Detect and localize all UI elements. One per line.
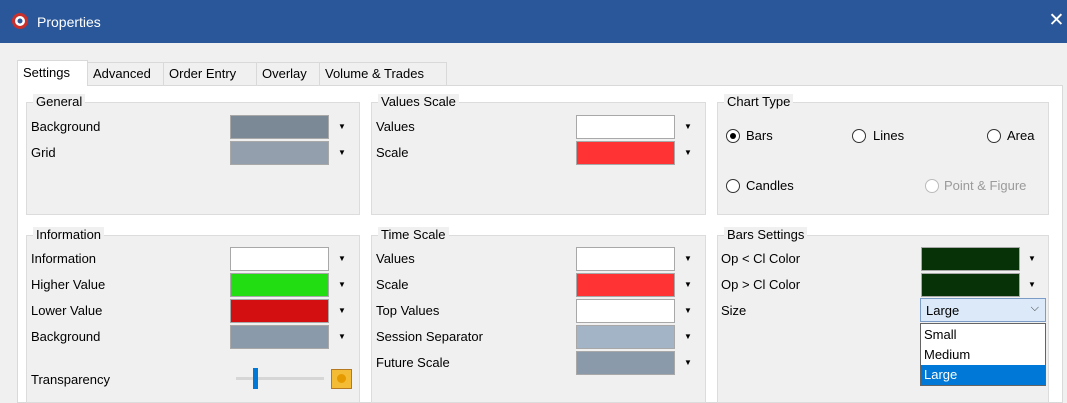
time-scale-top-values-color-swatch[interactable] xyxy=(576,299,675,323)
bars-op-gt-cl-color-swatch[interactable] xyxy=(921,273,1020,297)
bars-size-select-value: Large xyxy=(926,303,960,318)
window-title: Properties xyxy=(37,14,101,30)
dropdown-arrow-icon[interactable]: ▼ xyxy=(683,247,693,271)
bars-size-option-small[interactable]: Small xyxy=(921,325,1045,345)
title-bar: Properties ✕ xyxy=(0,0,1067,43)
dropdown-arrow-icon[interactable]: ▼ xyxy=(683,115,693,139)
chart-type-bars-radio[interactable] xyxy=(726,129,740,143)
dropdown-arrow-icon[interactable]: ▼ xyxy=(337,325,347,349)
chart-type-group-title: Chart Type xyxy=(724,94,794,110)
dropdown-arrow-icon[interactable]: ▼ xyxy=(337,115,347,139)
bars-op-gt-cl-color-label: Op > Cl Color xyxy=(721,277,801,292)
bars-size-option-medium[interactable]: Medium xyxy=(921,345,1045,365)
time-scale-top-values-label: Top Values xyxy=(376,303,440,318)
dropdown-arrow-icon[interactable]: ▼ xyxy=(683,351,693,375)
transparency-color-button[interactable] xyxy=(331,369,352,389)
dropdown-arrow-icon[interactable]: ▼ xyxy=(1027,247,1037,271)
chart-type-area-label[interactable]: Area xyxy=(1007,128,1034,144)
general-background-color-swatch[interactable] xyxy=(230,115,329,139)
tab-settings[interactable]: Settings xyxy=(17,60,88,86)
time-scale-values-label: Values xyxy=(376,251,415,266)
chevron-down-icon: ⌵ xyxy=(1030,302,1039,314)
dropdown-arrow-icon[interactable]: ▼ xyxy=(683,299,693,323)
information-information-label: Information xyxy=(31,251,97,266)
bars-op-lt-cl-color-swatch[interactable] xyxy=(921,247,1020,271)
chart-type-group: Chart Type xyxy=(717,94,1049,215)
transparency-slider-track[interactable] xyxy=(236,377,324,380)
dropdown-arrow-icon[interactable]: ▼ xyxy=(337,299,347,323)
close-icon[interactable]: ✕ xyxy=(1046,10,1067,32)
chart-type-bars-label[interactable]: Bars xyxy=(746,128,773,144)
time-scale-scale-label: Scale xyxy=(376,277,409,292)
chart-type-point-figure-label: Point & Figure xyxy=(944,178,1027,193)
time-scale-values-color-swatch[interactable] xyxy=(576,247,675,271)
information-information-color-swatch[interactable] xyxy=(230,247,329,271)
values-scale-scale-color-swatch[interactable] xyxy=(576,141,675,165)
tab-overlay[interactable]: Overlay xyxy=(256,62,320,85)
information-lower-value-label: Lower Value xyxy=(31,303,103,318)
values-scale-group-title: Values Scale xyxy=(378,94,459,110)
information-background-color-swatch[interactable] xyxy=(230,325,329,349)
chart-type-lines-radio[interactable] xyxy=(852,129,866,143)
dropdown-arrow-icon[interactable]: ▼ xyxy=(337,273,347,297)
general-background-label: Background xyxy=(31,119,101,134)
general-grid-color-swatch[interactable] xyxy=(230,141,329,165)
dropdown-arrow-icon[interactable]: ▼ xyxy=(683,141,693,165)
values-scale-scale-label: Scale xyxy=(376,145,409,160)
chart-type-candles-radio[interactable] xyxy=(726,179,740,193)
dropdown-arrow-icon[interactable]: ▼ xyxy=(683,273,693,297)
transparency-label: Transparency xyxy=(31,372,110,387)
values-scale-values-label: Values xyxy=(376,119,415,134)
time-scale-future-scale-color-swatch[interactable] xyxy=(576,351,675,375)
bars-settings-group-title: Bars Settings xyxy=(724,227,808,243)
bars-size-select[interactable]: Large ⌵ xyxy=(920,298,1046,322)
time-scale-session-separator-color-swatch[interactable] xyxy=(576,325,675,349)
information-higher-value-color-swatch[interactable] xyxy=(230,273,329,297)
dropdown-arrow-icon[interactable]: ▼ xyxy=(337,247,347,271)
tab-volume-trades[interactable]: Volume & Trades xyxy=(319,62,447,85)
dropdown-arrow-icon[interactable]: ▼ xyxy=(337,141,347,165)
time-scale-future-scale-label: Future Scale xyxy=(376,355,450,370)
bars-size-label: Size xyxy=(721,303,747,318)
tab-order-entry[interactable]: Order Entry xyxy=(163,62,257,85)
tab-advanced[interactable]: Advanced xyxy=(87,62,164,85)
general-group-title: General xyxy=(33,94,86,110)
information-group-title: Information xyxy=(33,227,105,243)
general-grid-label: Grid xyxy=(31,145,56,160)
information-background-label: Background xyxy=(31,329,101,344)
information-higher-value-label: Higher Value xyxy=(31,277,106,292)
chart-type-candles-label[interactable]: Candles xyxy=(746,178,794,194)
information-lower-value-color-swatch[interactable] xyxy=(230,299,329,323)
transparency-slider-thumb[interactable] xyxy=(253,368,258,389)
chart-type-area-radio[interactable] xyxy=(987,129,1001,143)
chart-type-point-figure-radio xyxy=(925,179,939,193)
time-scale-session-separator-label: Session Separator xyxy=(376,329,483,344)
bars-size-option-large[interactable]: Large xyxy=(921,365,1045,385)
dropdown-arrow-icon[interactable]: ▼ xyxy=(1027,273,1037,297)
bars-size-dropdown-list: Small Medium Large xyxy=(920,323,1046,386)
chart-type-lines-label[interactable]: Lines xyxy=(873,128,904,144)
bars-op-lt-cl-color-label: Op < Cl Color xyxy=(721,251,801,266)
dropdown-arrow-icon[interactable]: ▼ xyxy=(683,325,693,349)
time-scale-group-title: Time Scale xyxy=(378,227,449,243)
time-scale-scale-color-swatch[interactable] xyxy=(576,273,675,297)
app-icon xyxy=(12,13,28,29)
values-scale-values-color-swatch[interactable] xyxy=(576,115,675,139)
